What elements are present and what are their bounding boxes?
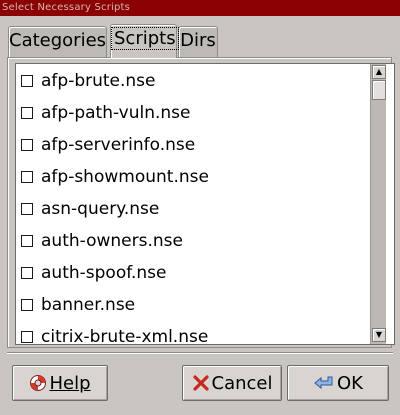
list-item[interactable]: asn-query.nse	[21, 194, 159, 224]
ok-button[interactable]: OK	[287, 365, 389, 401]
help-button[interactable]: Help	[12, 365, 108, 401]
scroll-up-icon[interactable]: ▲	[372, 65, 386, 79]
tab-scripts-label: Scripts	[111, 27, 179, 50]
checkbox[interactable]	[21, 171, 33, 183]
list-item[interactable]: banner.nse	[21, 290, 135, 320]
list-item[interactable]: citrix-brute-xml.nse	[21, 322, 208, 344]
vertical-scrollbar[interactable]: ▲ ▼	[370, 64, 386, 344]
checkbox[interactable]	[21, 107, 33, 119]
list-item[interactable]: afp-brute.nse	[21, 66, 156, 96]
help-button-label: Help	[49, 372, 91, 394]
checkbox[interactable]	[21, 235, 33, 247]
script-list: afp-brute.nse afp-path-vuln.nse afp-serv…	[16, 64, 368, 344]
checkbox[interactable]	[21, 299, 33, 311]
script-name: afp-path-vuln.nse	[41, 103, 191, 123]
script-name: citrix-brute-xml.nse	[41, 327, 209, 344]
list-item[interactable]: afp-path-vuln.nse	[21, 98, 190, 128]
list-item[interactable]: afp-serverinfo.nse	[21, 130, 195, 160]
scroll-down-icon[interactable]: ▼	[372, 328, 386, 342]
ok-button-label: OK	[337, 372, 363, 394]
scripts-panel: afp-brute.nse afp-path-vuln.nse afp-serv…	[7, 57, 395, 348]
cancel-button[interactable]: Cancel	[182, 365, 282, 401]
lifebuoy-icon	[29, 374, 47, 392]
script-name: afp-showmount.nse	[41, 167, 209, 187]
tab-dirs[interactable]: Dirs	[178, 26, 218, 57]
list-item[interactable]: afp-showmount.nse	[21, 162, 209, 192]
checkbox[interactable]	[21, 331, 33, 343]
list-item[interactable]: auth-spoof.nse	[21, 258, 166, 288]
script-name: afp-serverinfo.nse	[41, 135, 196, 155]
checkbox[interactable]	[21, 267, 33, 279]
scroll-thumb[interactable]	[372, 80, 386, 100]
script-name: auth-spoof.nse	[41, 263, 167, 283]
separator	[7, 352, 393, 354]
tab-scripts[interactable]: Scripts	[110, 24, 179, 58]
script-name: afp-brute.nse	[41, 71, 156, 91]
script-name: banner.nse	[41, 295, 136, 315]
list-item[interactable]: auth-owners.nse	[21, 226, 183, 256]
script-name: auth-owners.nse	[41, 231, 183, 251]
checkbox[interactable]	[21, 75, 33, 87]
script-name: asn-query.nse	[41, 199, 160, 219]
tab-categories-label: Categories	[9, 30, 107, 51]
script-list-box: afp-brute.nse afp-path-vuln.nse afp-serv…	[15, 63, 395, 345]
checkbox[interactable]	[21, 139, 33, 151]
tab-dirs-label: Dirs	[180, 30, 216, 51]
enter-arrow-icon	[313, 374, 335, 392]
checkbox[interactable]	[21, 203, 33, 215]
tab-categories[interactable]: Categories	[8, 26, 107, 57]
window-title: Select Necessary Scripts	[0, 0, 400, 16]
x-icon	[192, 374, 210, 392]
cancel-button-label: Cancel	[211, 372, 273, 394]
